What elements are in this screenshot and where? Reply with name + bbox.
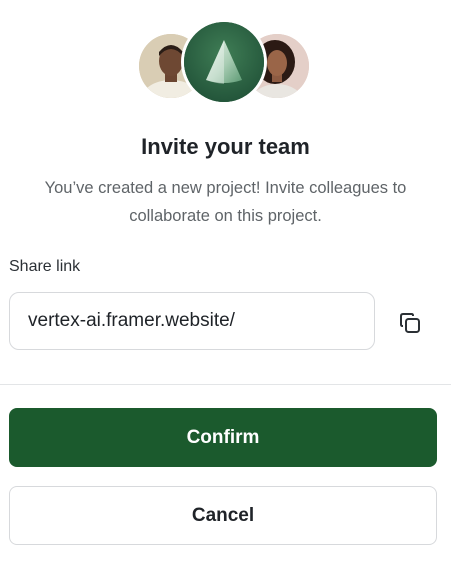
pyramid-logo-icon (184, 22, 264, 102)
dialog-title: Invite your team (141, 134, 310, 159)
dialog-subtitle: You’ve created a new project! Invite col… (44, 179, 407, 225)
share-link-label: Share link (9, 258, 81, 275)
invite-team-dialog: Invite your team You’ve created a new pr… (0, 0, 451, 563)
copy-link-button[interactable] (393, 308, 427, 338)
avatar-group (0, 0, 451, 110)
app-logo-avatar (184, 22, 264, 102)
share-link-value: vertex-ai.framer.website/ (28, 310, 235, 331)
share-link-field[interactable]: vertex-ai.framer.website/ (9, 292, 375, 350)
divider (0, 384, 451, 385)
confirm-button[interactable]: Confirm (9, 408, 437, 467)
cancel-button[interactable]: Cancel (9, 486, 437, 545)
cancel-button-label: Cancel (191, 504, 255, 526)
confirm-button-label: Confirm (186, 426, 260, 448)
copy-icon (400, 313, 420, 333)
